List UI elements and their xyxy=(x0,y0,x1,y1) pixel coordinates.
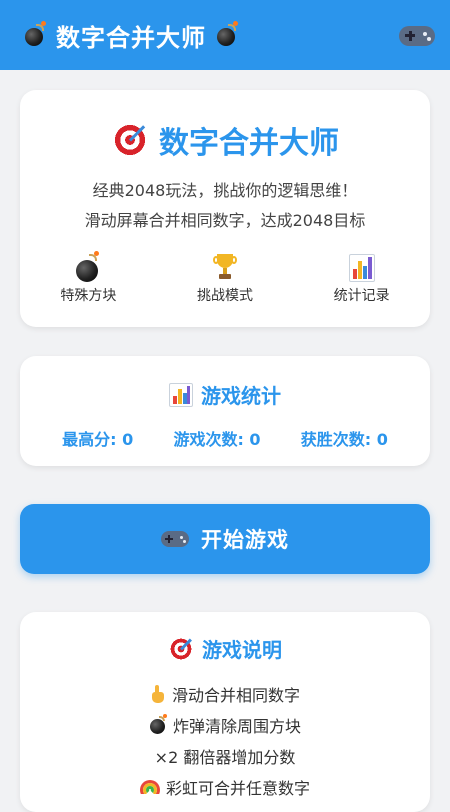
gamepad-icon xyxy=(161,527,189,551)
gamepad-icon[interactable] xyxy=(398,20,436,50)
bomb-icon xyxy=(149,713,167,734)
intro-line-2: 滑动屏幕合并相同数字，达成2048目标 xyxy=(84,211,366,230)
app-bar-title-group: 数字合并大师 xyxy=(24,18,238,53)
instruction-item: 彩虹可合并任意数字 xyxy=(20,771,430,802)
feature-list: 特殊方块 挑战模式 统计记录 xyxy=(20,250,430,305)
instructions-card: 游戏说明 滑动合并相同数字 炸弹清除周围方块 ×2 翻倍器增加分数 彩虹可合并任… xyxy=(20,612,430,812)
instructions-title-group: 游戏说明 xyxy=(20,634,430,663)
feature-label: 统计记录 xyxy=(333,288,390,304)
intro-title: 数字合并大师 xyxy=(159,126,339,161)
bar-chart-icon xyxy=(348,254,375,282)
bomb-icon xyxy=(216,21,238,46)
pointing-hand-icon xyxy=(150,684,166,703)
instruction-text: 滑动合并相同数字 xyxy=(171,685,300,705)
instruction-item: ×2 翻倍器增加分数 xyxy=(20,740,430,771)
intro-card: 数字合并大师 经典2048玩法，挑战你的逻辑思维！ 滑动屏幕合并相同数字，达成2… xyxy=(20,90,430,327)
instruction-text: 炸弹清除周围方块 xyxy=(172,716,301,736)
instruction-text: ×2 翻倍器增加分数 xyxy=(154,747,296,767)
start-game-button[interactable]: 开始游戏 xyxy=(20,504,430,574)
stat-games-played: 游戏次数: 0 xyxy=(173,430,261,449)
instructions-list: 滑动合并相同数字 炸弹清除周围方块 ×2 翻倍器增加分数 彩虹可合并任意数字 xyxy=(20,678,430,802)
instruction-item: 滑动合并相同数字 xyxy=(20,678,430,709)
trophy-icon xyxy=(213,252,237,282)
stats-card: 游戏统计 最高分: 0 游戏次数: 0 获胜次数: 0 xyxy=(20,356,430,466)
feature-label: 特殊方块 xyxy=(60,288,117,304)
feature-label: 挑战模式 xyxy=(197,288,253,304)
feature-challenge-mode: 挑战模式 xyxy=(157,250,294,305)
instruction-text: 彩虹可合并任意数字 xyxy=(165,778,310,798)
feature-special-tiles: 特殊方块 xyxy=(20,250,157,305)
stats-row: 最高分: 0 游戏次数: 0 获胜次数: 0 xyxy=(20,426,430,450)
intro-line-1: 经典2048玩法，挑战你的逻辑思维！ xyxy=(92,181,358,200)
app-bar: 数字合并大师 xyxy=(0,0,450,70)
target-icon xyxy=(111,121,149,159)
instruction-item: 炸弹清除周围方块 xyxy=(20,709,430,740)
rainbow-icon xyxy=(139,779,160,794)
feature-statistics: 统计记录 xyxy=(293,250,430,305)
bar-chart-icon xyxy=(169,382,193,407)
stats-title-group: 游戏统计 xyxy=(20,380,430,409)
target-icon xyxy=(168,635,194,662)
stats-title: 游戏统计 xyxy=(201,384,281,408)
stat-wins: 获胜次数: 0 xyxy=(300,430,388,449)
intro-title-group: 数字合并大师 xyxy=(20,118,430,162)
bomb-icon xyxy=(24,21,46,46)
instructions-title: 游戏说明 xyxy=(202,638,282,662)
stat-high-score: 最高分: 0 xyxy=(62,430,134,449)
start-game-label: 开始游戏 xyxy=(201,528,289,552)
bomb-icon xyxy=(75,251,101,282)
app-title: 数字合并大师 xyxy=(56,23,206,52)
